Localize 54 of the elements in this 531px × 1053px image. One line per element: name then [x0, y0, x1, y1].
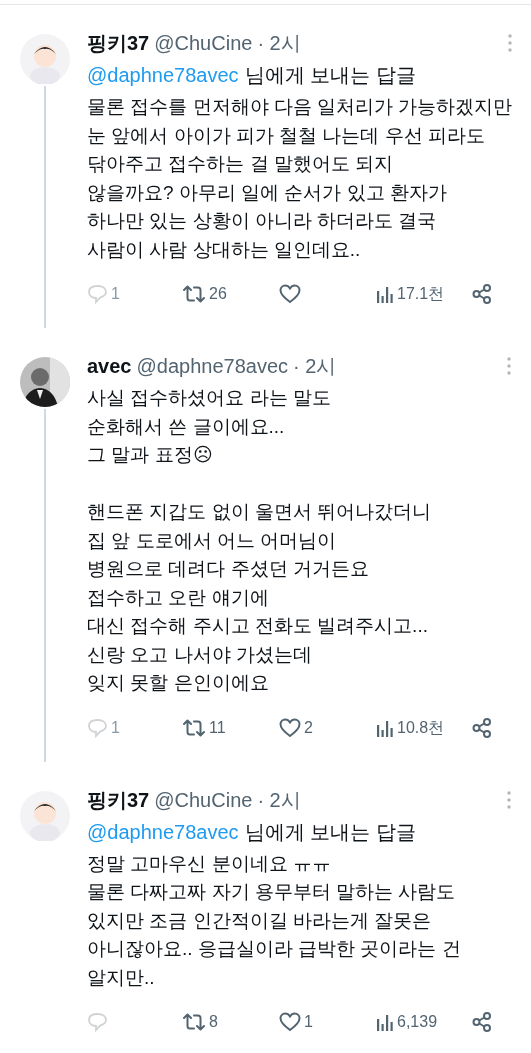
retweet-icon[interactable]: [182, 718, 206, 737]
action-count: 8: [209, 1012, 218, 1032]
heart-icon[interactable]: [279, 1012, 301, 1032]
tweet-text-line: 물론 다짜고짜 자기 용무부터 말하는 사람도: [87, 880, 456, 904]
tweet-text-line: 하나만 있는 상황이 아니라 하더라도 결국: [87, 209, 437, 233]
share-icon[interactable]: [471, 716, 493, 739]
tweet-text-line: 집 앞 도로에서 어느 어머님이: [87, 528, 337, 553]
views-icon[interactable]: [376, 1013, 394, 1031]
reply-to-label: 님에게 보내는 답글: [244, 819, 416, 845]
share-icon[interactable]: [471, 1011, 493, 1033]
tweet-text-line: 정말 고마우신 분이네요 ㅠㅠ: [87, 851, 331, 876]
tweet-text-line: 핸드폰 지갑도 없이 울면서 뛰어나갔더니: [87, 500, 432, 524]
tweet-text-line: 눈 앞에서 아이가 피가 철철 나는데 우선 피라도: [87, 123, 485, 148]
action-count: 11: [209, 717, 226, 738]
action-count: 26: [209, 284, 227, 304]
tweet-text-line: 않을까요? 아무리 일에 순서가 있고 환자가: [87, 180, 447, 205]
tweet-text-line: 물론 접수를 먼저해야 다음 일처리가 가능하겠지만: [87, 95, 513, 119]
action-count: 10.8천: [397, 717, 445, 738]
tweet-text-line: 접수하고 오란 얘기에: [87, 585, 269, 610]
retweet-icon[interactable]: [182, 1013, 206, 1031]
tweet-text-line: 사람이 사람 상대하는 일인데요..: [87, 237, 361, 262]
heart-icon[interactable]: [279, 717, 301, 738]
heart-icon[interactable]: [279, 284, 301, 304]
user-handle[interactable]: @ChuCine: [154, 28, 253, 58]
views-icon[interactable]: [376, 718, 394, 737]
display-name[interactable]: 핑키37: [87, 784, 150, 815]
action-count: 2: [304, 717, 313, 738]
tweet-text-line: 알지만..: [87, 965, 155, 990]
action-count: 6,139: [397, 1012, 438, 1032]
timestamp[interactable]: · 2시: [257, 784, 301, 815]
timestamp[interactable]: · 2시: [257, 28, 301, 58]
retweet-icon[interactable]: [182, 285, 206, 303]
tweet-text-line: 그 말과 표정☹: [87, 443, 213, 467]
share-icon[interactable]: [471, 283, 493, 305]
tweet-text-line: 닦아주고 접수하는 걸 말했어도 되지: [87, 152, 394, 176]
action-count: 1: [304, 1012, 313, 1032]
action-count: 1: [111, 284, 120, 304]
views-icon[interactable]: [376, 285, 394, 303]
tweet-text-line: 신랑 오고 나서야 가셨는데: [87, 642, 312, 667]
action-count: 17.1천: [397, 284, 445, 304]
tweet-text-line: 있지만 조금 인간적이길 바라는게 잘못은: [87, 908, 432, 933]
tweet-text-line: 대신 접수해 주시고 전화도 빌려주시고...: [87, 614, 428, 638]
user-handle[interactable]: @ChuCine: [154, 784, 253, 815]
tweet-text-line: 잊지 못할 은인이에요: [87, 671, 269, 695]
tweet-text-line: 병원으로 데려다 주셨던 거거든요: [87, 557, 369, 581]
display-name[interactable]: avec: [87, 351, 132, 381]
action-count: 1: [111, 717, 120, 738]
tweet-text-line: 사실 접수하셨어요 라는 말도: [87, 386, 331, 410]
timestamp[interactable]: · 2시: [293, 351, 337, 381]
tweet-text-line: 순화해서 쓴 글이에요...: [87, 414, 285, 439]
reply-to-label: 님에게 보내는 답글: [244, 63, 416, 88]
display-name[interactable]: 핑키37: [87, 28, 150, 58]
user-handle[interactable]: @daphne78avec: [136, 351, 289, 381]
tweet-text-line: 아니잖아요.. 응급실이라 급박한 곳이라는 건: [87, 937, 461, 961]
